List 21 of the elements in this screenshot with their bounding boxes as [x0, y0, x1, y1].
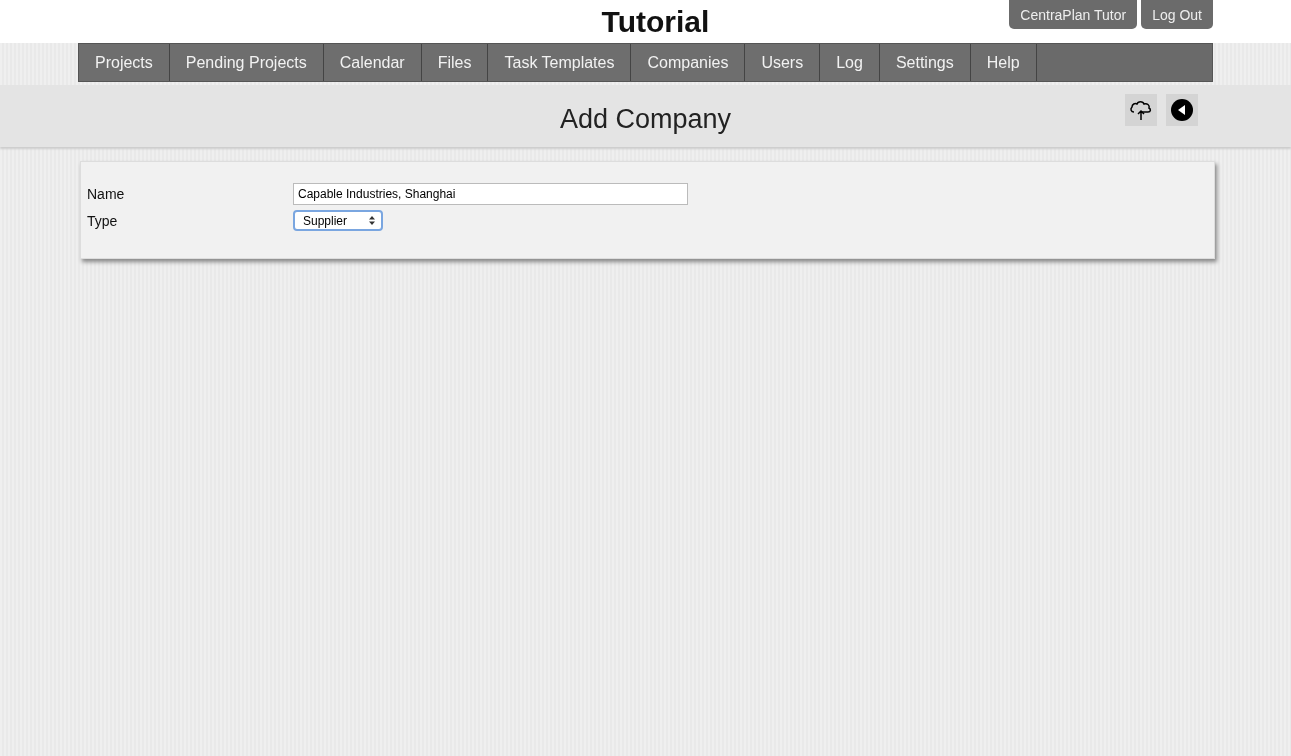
header-button[interactable]: Log Out: [1141, 0, 1213, 29]
field-label: Type: [87, 212, 119, 229]
field-label: Name: [87, 185, 126, 202]
page-title: Add Company: [559, 103, 732, 135]
nav-tab[interactable]: Task Templates: [488, 44, 632, 81]
nav-tab[interactable]: Projects: [79, 44, 170, 81]
nav-tab[interactable]: Settings: [879, 44, 971, 81]
nav-tab[interactable]: Help: [970, 44, 1037, 81]
nav-tab[interactable]: Log: [820, 44, 880, 81]
nav-tab[interactable]: Users: [745, 44, 821, 81]
back-icon[interactable]: [1166, 94, 1198, 126]
nav-tab[interactable]: Calendar: [323, 44, 422, 81]
nav-tab[interactable]: Files: [421, 44, 489, 81]
nav-tab[interactable]: Companies: [631, 44, 746, 81]
cloud-upload-icon[interactable]: [1125, 94, 1157, 126]
type-dropdown[interactable]: Supplier: [293, 210, 384, 231]
header-button[interactable]: CentraPlan Tutor: [1009, 0, 1138, 29]
up-down-arrows-icon: [369, 216, 376, 225]
site-title: Tutorial: [601, 4, 710, 39]
nav-tab[interactable]: Pending Projects: [169, 44, 324, 81]
name-field[interactable]: Capable Industries, Shanghai: [293, 182, 688, 205]
